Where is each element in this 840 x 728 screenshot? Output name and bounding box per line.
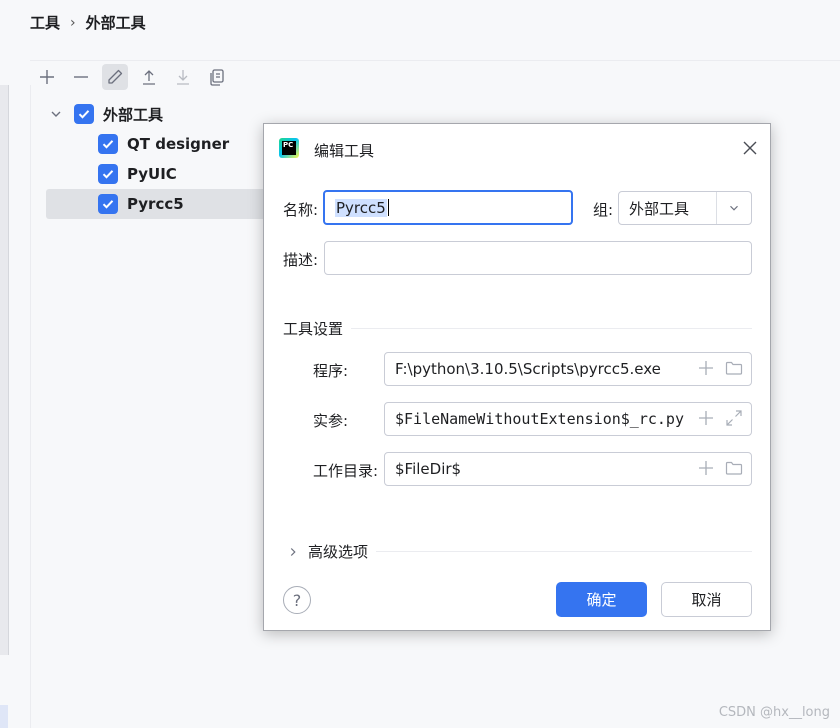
item-checkbox[interactable] [98,134,118,154]
tree-item-label: Pyrcc5 [127,195,184,213]
working-directory-label: 工作目录: [313,462,379,480]
text-caret [387,199,389,216]
item-checkbox[interactable] [98,194,118,214]
chevron-down-icon[interactable] [716,192,751,224]
copy-icon[interactable] [204,64,230,90]
tree-group-label: 外部工具 [103,105,164,124]
program-input[interactable]: F:\python\3.10.5\Scripts\pyrcc5.exe [384,352,752,386]
working-directory-input[interactable]: $FileDir$ [384,452,752,486]
section-divider [376,551,752,552]
pycharm-logo-icon: PC [279,138,299,158]
folder-icon[interactable] [725,459,743,477]
watermark: CSDN @hx__long [718,705,830,720]
insert-macro-icon[interactable] [697,409,715,427]
close-icon[interactable] [740,138,760,158]
arguments-input-value: $FileNameWithoutExtension$_rc.py [395,410,684,428]
tree-item-pyuic[interactable]: PyUIC [98,159,177,189]
left-panel-bottom [0,705,8,728]
tool-settings-title: 工具设置 [283,320,344,338]
breadcrumb-root[interactable]: 工具 [30,12,60,33]
group-combobox[interactable]: 外部工具 [618,191,752,225]
tree-item-pyrcc5[interactable]: Pyrcc5 [98,189,184,219]
description-label: 描述: [283,251,319,269]
group-combobox-value: 外部工具 [629,199,690,218]
left-panel-strip [0,85,9,655]
chevron-right-icon [290,547,296,556]
item-checkbox[interactable] [98,164,118,184]
expand-icon[interactable] [725,409,743,427]
group-checkbox[interactable] [74,104,94,124]
name-input-value: Pyrcc5 [335,198,387,217]
panel-divider [30,85,31,728]
tree-item-qt-designer[interactable]: QT designer [98,129,229,159]
insert-macro-icon[interactable] [697,459,715,477]
ok-button[interactable]: 确定 [556,582,647,617]
cancel-button[interactable]: 取消 [661,582,752,617]
breadcrumb: 工具 › 外部工具 [30,12,146,33]
breadcrumb-current: 外部工具 [85,14,146,32]
arguments-input[interactable]: $FileNameWithoutExtension$_rc.py [384,402,752,436]
header-divider [30,60,840,61]
remove-icon[interactable] [68,64,94,90]
advanced-options-toggle[interactable]: 高级选项 [286,541,368,562]
name-input[interactable]: Pyrcc5 [323,190,573,225]
chevron-down-icon[interactable] [48,106,66,122]
working-directory-input-value: $FileDir$ [395,460,462,478]
tree-item-label: QT designer [127,135,230,153]
insert-macro-icon[interactable] [697,359,715,377]
tree-item-label: PyUIC [127,165,177,183]
breadcrumb-separator: › [70,14,76,31]
edit-icon[interactable] [102,64,128,90]
help-button[interactable]: ? [283,586,311,614]
arguments-label: 实参: [313,412,349,430]
advanced-options-label: 高级选项 [308,543,369,561]
add-icon[interactable] [34,64,60,90]
dialog-title: 编辑工具 [314,142,375,160]
tool-list-toolbar [34,64,230,90]
program-input-value: F:\python\3.10.5\Scripts\pyrcc5.exe [395,360,661,378]
help-icon: ? [292,590,302,610]
program-label: 程序: [313,362,349,380]
name-label: 名称: [283,201,319,219]
section-divider [351,328,752,329]
group-label: 组: [593,201,614,219]
edit-tool-dialog: PC 编辑工具 名称: Pyrcc5 组: 外部工具 描述: 工具设置 程序: … [263,123,771,631]
move-down-icon[interactable] [170,64,196,90]
description-input[interactable] [324,241,752,275]
tree-group-external-tools[interactable]: 外部工具 [48,99,163,129]
folder-icon[interactable] [725,359,743,377]
move-up-icon[interactable] [136,64,162,90]
